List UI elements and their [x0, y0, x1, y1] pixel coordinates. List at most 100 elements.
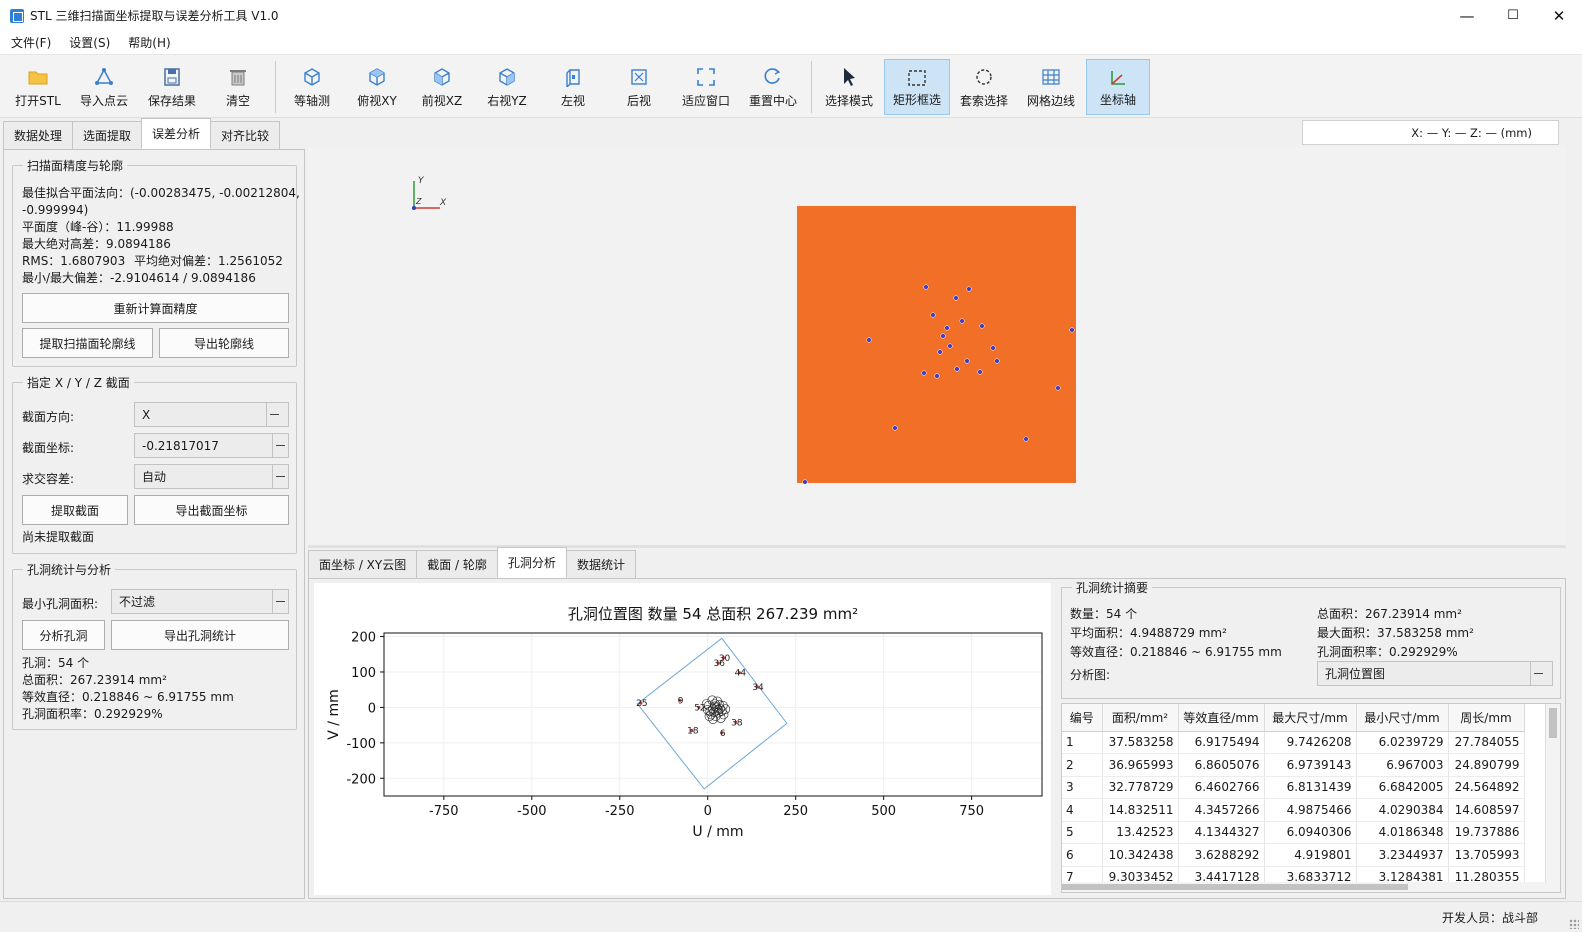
table-cell[interactable]: 6.8605076	[1178, 753, 1265, 777]
spinner-icon[interactable]	[272, 465, 288, 488]
select-mode-button[interactable]: 选择模式	[817, 59, 881, 115]
table-cell[interactable]: 6.0239729	[1356, 731, 1449, 754]
table-cell[interactable]: 14.608597	[1448, 798, 1525, 822]
table-cell[interactable]: 4.0290384	[1356, 798, 1449, 822]
table-cell[interactable]: 6.4602766	[1178, 776, 1265, 799]
table-cell[interactable]: 9.7426208	[1264, 731, 1357, 754]
tolerance-spinbox[interactable]: 自动	[134, 464, 289, 489]
col-index[interactable]: 编号	[1062, 704, 1103, 732]
table-cell[interactable]: 27.784055	[1448, 731, 1525, 754]
tab-section-contour[interactable]: 截面 / 轮廓	[416, 550, 498, 578]
menu-help[interactable]: 帮助(H)	[119, 34, 179, 51]
spinner-icon[interactable]	[272, 434, 288, 457]
table-cell[interactable]: 32.778729	[1102, 776, 1179, 799]
back-view-button[interactable]: 后视	[608, 59, 670, 115]
table-cell[interactable]: 5	[1062, 821, 1103, 844]
open-stl-button[interactable]: 打开STL	[6, 59, 70, 115]
table-cell[interactable]: 1	[1062, 731, 1103, 754]
table-cell[interactable]: 3	[1062, 776, 1103, 799]
clear-button[interactable]: 清空	[206, 59, 270, 115]
table-cell[interactable]: 6.0940306	[1264, 821, 1357, 844]
analyze-holes-button[interactable]: 分析孔洞	[22, 620, 105, 650]
col-diameter[interactable]: 等效直径/mm	[1178, 704, 1265, 732]
min-area-spinbox[interactable]: 不过滤	[111, 589, 289, 614]
top-view-button[interactable]: 俯视XY	[346, 59, 408, 115]
table-cell[interactable]: 14.832511	[1102, 798, 1179, 822]
minimize-button[interactable]: —	[1444, 0, 1490, 31]
hole-table[interactable]: 编号 面积/mm² 等效直径/mm 最大尺寸/mm 最小尺寸/mm 周长/mm …	[1061, 703, 1561, 893]
col-max-size[interactable]: 最大尺寸/mm	[1264, 704, 1357, 732]
table-cell[interactable]: 24.890799	[1448, 753, 1525, 777]
export-contour-button[interactable]: 导出轮廓线	[159, 328, 289, 358]
table-cell[interactable]: 4.9875466	[1264, 798, 1357, 822]
left-view-button[interactable]: 左视	[542, 59, 604, 115]
front-view-button[interactable]: 前视XZ	[411, 59, 473, 115]
extract-contour-button[interactable]: 提取扫描面轮廓线	[22, 328, 153, 358]
col-perimeter[interactable]: 周长/mm	[1448, 704, 1525, 732]
table-cell[interactable]: 4.0186348	[1356, 821, 1449, 844]
table-row[interactable]: 5 13.42523 4.1344327 6.0940306 4.0186348 19.7…	[1062, 821, 1525, 844]
3d-viewport[interactable]: Y X Z	[308, 147, 1566, 545]
table-row[interactable]: 2 36.965993 6.8605076 6.9739143 6.967003 24.8…	[1062, 753, 1525, 777]
table-cell[interactable]: 4.3457266	[1178, 798, 1265, 822]
save-results-button[interactable]: 保存结果	[140, 59, 204, 115]
tab-data-stats[interactable]: 数据统计	[565, 550, 636, 578]
axes-button[interactable]: 坐标轴	[1086, 59, 1150, 115]
table-cell[interactable]: 24.564892	[1448, 776, 1525, 799]
export-section-button[interactable]: 导出截面坐标	[134, 495, 289, 525]
lasso-select-button[interactable]: 套索选择	[952, 59, 1016, 115]
dropdown-arrow-icon[interactable]	[1530, 662, 1552, 685]
table-row[interactable]: 4 14.832511 4.3457266 4.9875466 4.0290384 14.…	[1062, 798, 1525, 822]
dropdown-arrow-icon[interactable]	[266, 403, 288, 426]
col-min-size[interactable]: 最小尺寸/mm	[1356, 704, 1449, 732]
import-points-button[interactable]: 导入点云	[72, 59, 136, 115]
table-cell[interactable]: 2	[1062, 753, 1103, 777]
export-holes-button[interactable]: 导出孔洞统计	[111, 620, 289, 650]
table-cell[interactable]: 4	[1062, 798, 1103, 822]
section-coord-spinbox[interactable]: -0.21817017	[134, 433, 289, 458]
tab-alignment[interactable]: 对齐比较	[210, 121, 281, 149]
recalc-precision-button[interactable]: 重新计算面精度	[22, 293, 289, 323]
table-cell[interactable]: 13.42523	[1102, 821, 1179, 844]
table-cell[interactable]: 19.737886	[1448, 821, 1525, 844]
section-direction-select[interactable]: X	[134, 402, 289, 427]
table-row[interactable]: 3 32.778729 6.4602766 6.8131439 6.6842005 24.…	[1062, 776, 1525, 799]
rect-select-button[interactable]: 矩形框选	[884, 59, 950, 115]
table-cell[interactable]: 36.965993	[1102, 753, 1179, 777]
tab-face-extract[interactable]: 选面提取	[72, 121, 143, 149]
chart-type-select[interactable]: 孔洞位置图	[1317, 661, 1553, 686]
resize-grip-icon[interactable]	[1569, 919, 1579, 929]
table-cell[interactable]: 4.919801	[1264, 843, 1357, 867]
isometric-view-button[interactable]: 等轴测	[281, 59, 343, 115]
menu-settings[interactable]: 设置(S)	[60, 34, 119, 51]
table-cell[interactable]: 3.2344937	[1356, 843, 1449, 867]
right-view-button[interactable]: 右视YZ	[476, 59, 538, 115]
scanned-surface[interactable]	[797, 206, 1076, 483]
tab-data-processing[interactable]: 数据处理	[3, 121, 74, 149]
fit-window-button[interactable]: 适应窗口	[674, 59, 738, 115]
col-area[interactable]: 面积/mm²	[1102, 704, 1179, 732]
extract-section-button[interactable]: 提取截面	[22, 495, 128, 525]
table-cell[interactable]: 3.6288292	[1178, 843, 1265, 867]
reset-center-button[interactable]: 重置中心	[741, 59, 805, 115]
tab-xy-cloud[interactable]: 面坐标 / XY云图	[308, 550, 418, 578]
table-cell[interactable]: 13.705993	[1448, 843, 1525, 867]
table-row[interactable]: 1 37.583258 6.9175494 9.7426208 6.0239729 27.…	[1062, 731, 1525, 754]
menu-file[interactable]: 文件(F)	[2, 34, 60, 51]
table-cell[interactable]: 10.342438	[1102, 843, 1179, 867]
table-row[interactable]: 6 10.342438 3.6288292 4.919801 3.2344937 13.7…	[1062, 843, 1525, 867]
table-cell[interactable]: 6.6842005	[1356, 776, 1449, 799]
tab-hole-analysis[interactable]: 孔洞分析	[496, 547, 567, 578]
table-cell[interactable]: 6.9175494	[1178, 731, 1265, 754]
table-cell[interactable]: 37.583258	[1102, 731, 1179, 754]
table-cell[interactable]: 6	[1062, 843, 1103, 867]
table-cell[interactable]: 6.967003	[1356, 753, 1449, 777]
tab-error-analysis[interactable]: 误差分析	[141, 118, 212, 149]
table-vertical-scrollbar[interactable]	[1545, 704, 1560, 892]
table-cell[interactable]: 4.1344327	[1178, 821, 1265, 844]
maximize-button[interactable]: ☐	[1490, 0, 1536, 31]
mesh-edges-button[interactable]: 网格边线	[1019, 59, 1083, 115]
spinner-icon[interactable]	[272, 590, 288, 613]
viewport-canvas[interactable]: Y X Z	[308, 147, 1566, 545]
close-button[interactable]: ✕	[1536, 0, 1582, 31]
